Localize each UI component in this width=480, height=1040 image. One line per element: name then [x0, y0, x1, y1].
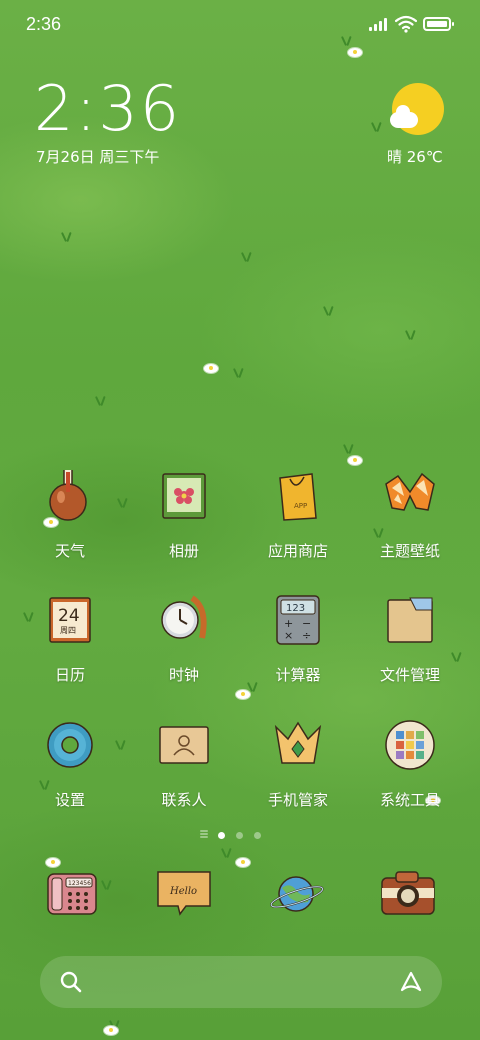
clock-date: 7月26日 周三下午 [36, 148, 160, 166]
file-folder-icon [387, 597, 433, 643]
app-calendar[interactable]: 24 周四 日历 [12, 594, 128, 704]
dock-camera[interactable] [378, 864, 438, 924]
app-label: 应用商店 [267, 542, 328, 560]
svg-text:×: × [284, 629, 293, 642]
app-label: 联系人 [161, 791, 207, 809]
camera-icon [381, 871, 435, 915]
messages-icon: Hello [157, 871, 211, 916]
weather-summary: 晴 26℃ [387, 148, 443, 166]
dock-phone[interactable]: 123456 [42, 864, 102, 924]
app-clock[interactable]: 时钟 [126, 594, 242, 704]
status-time: 2:36 [26, 14, 62, 34]
search-icon[interactable] [60, 971, 82, 993]
dock-browser[interactable] [266, 864, 326, 924]
app-themes[interactable]: 主题壁纸 [352, 470, 468, 580]
weather-thermometer-icon [49, 470, 87, 521]
contacts-icon [159, 726, 209, 764]
svg-text:123456: 123456 [68, 880, 91, 887]
app-weather[interactable]: 天气 [12, 470, 128, 580]
app-store[interactable]: APP 应用商店 [240, 470, 356, 580]
app-label: 设置 [54, 791, 85, 809]
app-label: 主题壁纸 [379, 542, 440, 560]
app-label: 日历 [54, 666, 85, 684]
browser-planet-icon [270, 876, 324, 912]
themes-icon [385, 472, 435, 511]
page-indicator [200, 830, 280, 842]
calendar-icon: 24 周四 [49, 597, 91, 643]
search-bar[interactable] [40, 956, 442, 1008]
settings-gear-icon [47, 722, 93, 768]
svg-text:周四: 周四 [60, 626, 76, 635]
app-label: 手机管家 [267, 791, 328, 809]
phone-icon: 123456 [47, 873, 97, 915]
system-tools-icon [385, 720, 435, 770]
svg-text:APP: APP [294, 502, 307, 510]
status-bar: 2:36 [0, 0, 480, 50]
gallery-icon [162, 473, 206, 519]
app-settings[interactable]: 设置 [12, 719, 128, 829]
app-label: 文件管理 [379, 666, 440, 684]
app-contacts[interactable]: 联系人 [126, 719, 242, 829]
app-security[interactable]: 手机管家 [240, 719, 356, 829]
app-gallery[interactable]: 相册 [126, 470, 242, 580]
app-calculator[interactable]: 123 + − × ÷ 计算器 [240, 594, 356, 704]
battery-icon [423, 17, 454, 31]
calculator-icon: 123 + − × ÷ [276, 595, 320, 645]
assistant-icon[interactable] [398, 969, 424, 995]
svg-text:123: 123 [286, 603, 305, 614]
app-label: 天气 [54, 542, 85, 560]
clock-icon [161, 595, 207, 639]
app-system-tools[interactable]: 系统工具 [352, 719, 468, 829]
wifi-icon [395, 15, 417, 33]
app-store-bag-icon: APP [279, 473, 317, 521]
app-label: 系统工具 [379, 791, 440, 809]
app-label: 计算器 [275, 666, 321, 684]
app-file-manager[interactable]: 文件管理 [352, 594, 468, 704]
svg-text:24: 24 [58, 606, 80, 626]
svg-text:Hello: Hello [169, 886, 197, 897]
signal-icon [369, 17, 391, 31]
security-crown-icon [274, 721, 322, 764]
dock-messages[interactable]: Hello [154, 864, 214, 924]
svg-text:÷: ÷ [302, 629, 311, 642]
app-label: 相册 [168, 542, 199, 560]
app-label: 时钟 [168, 666, 199, 684]
clock-time: 2:36 [34, 72, 182, 145]
